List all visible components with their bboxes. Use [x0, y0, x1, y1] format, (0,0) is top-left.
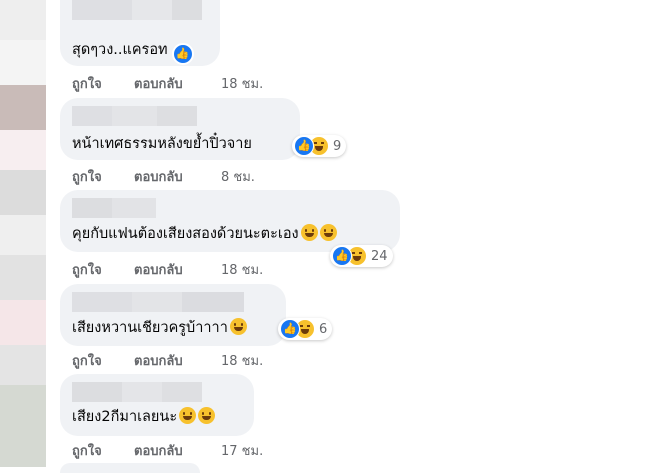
- like-button[interactable]: ถูกใจ: [72, 73, 134, 94]
- avatar: [0, 40, 46, 85]
- like-icon: 👍: [294, 136, 314, 156]
- avatar: [0, 345, 46, 385]
- comment: เสียง2กีมาเลยนะ: [60, 374, 254, 436]
- timestamp[interactable]: 18 ชม.: [221, 350, 263, 371]
- rofl-emoji-icon: [198, 407, 216, 424]
- like-button[interactable]: ถูกใจ: [72, 440, 134, 461]
- comment-text: คุยกับแฟนต้องเสียงสองด้วยนะตะเอง: [72, 224, 337, 244]
- comment-bubble: คุยกับแฟนต้องเสียงสองด้วยนะตะเอง: [60, 190, 400, 252]
- comment-text: เสียงหวานเชียวครูบ้าาาา: [72, 318, 247, 338]
- comment-bubble: หน้าเทศธรรมหลังขย้ำปิ๋วจาย: [60, 98, 300, 160]
- comment-actions: ถูกใจ ตอบกลับ 17 ชม.: [72, 440, 263, 461]
- author-name-blurred[interactable]: [72, 198, 156, 218]
- comment-actions: ถูกใจ ตอบกลับ 8 ชม.: [72, 166, 255, 187]
- comment: [60, 463, 200, 473]
- author-name-blurred[interactable]: [72, 292, 244, 312]
- comment-bubble: [60, 463, 200, 473]
- avatar: [0, 85, 46, 130]
- avatar-column: [0, 0, 46, 467]
- reply-button[interactable]: ตอบกลับ: [134, 73, 221, 94]
- timestamp[interactable]: 18 ชม.: [221, 259, 263, 280]
- comment: เสียงหวานเชียวครูบ้าาาา 👍 6: [60, 284, 333, 346]
- grin-emoji-icon: [319, 224, 337, 241]
- reaction-count: 9: [333, 138, 342, 154]
- comment: สุดๆวง..แครอท 👍: [60, 0, 220, 66]
- reply-button[interactable]: ตอบกลับ: [134, 259, 221, 280]
- timestamp[interactable]: 8 ชม.: [221, 166, 255, 187]
- comment-text: สุดๆวง..แครอท 👍: [72, 40, 194, 65]
- rofl-emoji-icon: [179, 407, 197, 424]
- author-name-blurred[interactable]: [72, 0, 202, 20]
- comment: หน้าเทศธรรมหลังขย้ำปิ๋วจาย 👍 9: [60, 98, 347, 160]
- reply-button[interactable]: ตอบกลับ: [134, 350, 221, 371]
- reaction-summary[interactable]: 👍 6: [278, 318, 333, 340]
- like-icon: 👍: [280, 319, 300, 339]
- comment: คุยกับแฟนต้องเสียงสองด้วยนะตะเอง 👍 24: [60, 190, 400, 267]
- comment-actions: ถูกใจ ตอบกลับ 18 ชม.: [72, 259, 263, 280]
- timestamp[interactable]: 18 ชม.: [221, 73, 263, 94]
- avatar: [0, 215, 46, 255]
- comment-text: เสียง2กีมาเลยนะ: [72, 407, 216, 427]
- comment-actions: ถูกใจ ตอบกลับ 18 ชม.: [72, 350, 263, 371]
- comment-bubble: สุดๆวง..แครอท 👍: [60, 0, 220, 66]
- reaction-count: 24: [371, 248, 388, 264]
- like-icon: 👍: [171, 43, 194, 65]
- reaction-summary[interactable]: 👍 9: [292, 135, 347, 157]
- comment-bubble: เสียง2กีมาเลยนะ: [60, 374, 254, 436]
- reaction-summary[interactable]: 👍 24: [330, 245, 393, 267]
- comment-text: หน้าเทศธรรมหลังขย้ำปิ๋วจาย: [72, 136, 252, 152]
- like-button[interactable]: ถูกใจ: [72, 166, 134, 187]
- comment-actions: ถูกใจ ตอบกลับ 18 ชม.: [72, 73, 263, 94]
- author-name-blurred[interactable]: [72, 382, 202, 402]
- comment-bubble: เสียงหวานเชียวครูบ้าาาา: [60, 284, 286, 346]
- like-button[interactable]: ถูกใจ: [72, 259, 134, 280]
- avatar: [0, 385, 46, 467]
- reply-button[interactable]: ตอบกลับ: [134, 440, 221, 461]
- like-icon: 👍: [332, 246, 352, 266]
- grin-emoji-icon: [300, 224, 318, 241]
- like-button[interactable]: ถูกใจ: [72, 350, 134, 371]
- rofl-emoji-icon: [229, 318, 247, 335]
- author-name-blurred[interactable]: [72, 106, 197, 126]
- avatar: [0, 170, 46, 215]
- avatar: [0, 0, 46, 40]
- reply-button[interactable]: ตอบกลับ: [134, 166, 221, 187]
- avatar: [0, 255, 46, 300]
- timestamp[interactable]: 17 ชม.: [221, 440, 263, 461]
- reaction-count: 6: [319, 321, 328, 337]
- avatar: [0, 130, 46, 170]
- avatar: [0, 300, 46, 345]
